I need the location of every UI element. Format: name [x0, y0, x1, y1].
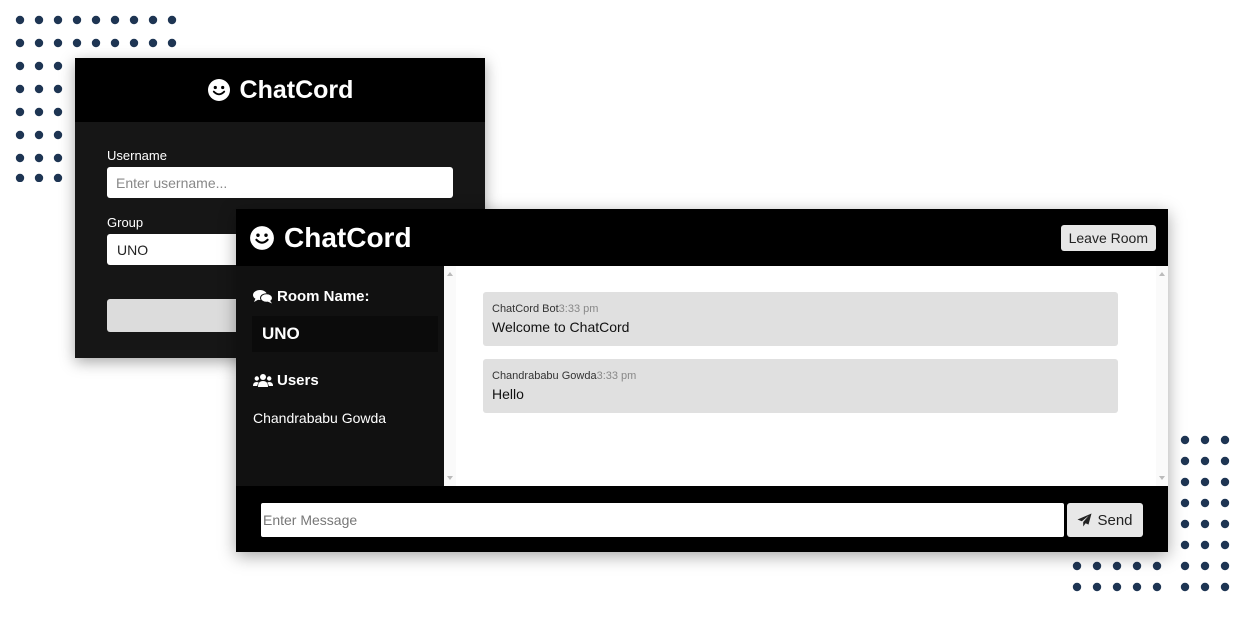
chat-footer: Enter Message Send — [236, 486, 1168, 552]
join-header: ChatCord — [75, 58, 485, 122]
message-input-placeholder: Enter Message — [263, 512, 358, 528]
group-select-value: UNO — [117, 241, 149, 258]
paper-plane-icon — [1077, 513, 1092, 527]
message-text: Hello — [492, 386, 524, 402]
chat-title: ChatCord — [284, 221, 412, 253]
message-author: Chandrababu Gowda — [492, 370, 597, 382]
message: ChatCord Bot3:33 pm Welcome to ChatCord — [483, 292, 1118, 346]
username-label: Username — [107, 148, 167, 163]
join-title: ChatCord — [239, 75, 354, 104]
smile-icon — [250, 225, 274, 250]
chat-main: Room Name: UNO Users Chandrababu Gowda C… — [236, 266, 1168, 486]
message-author: ChatCord Bot — [492, 303, 559, 315]
chat-header: ChatCord Leave Room — [236, 209, 1168, 266]
screenshot-stage: ChatCord Username Group UNO ChatCord — [0, 0, 1252, 618]
chat-logo: ChatCord — [249, 222, 412, 254]
comments-icon — [253, 290, 273, 304]
room-name-heading: Room Name: — [253, 288, 370, 305]
send-button-label: Send — [1097, 511, 1133, 529]
message: Chandrababu Gowda3:33 pm Hello — [483, 359, 1118, 413]
scroll-down-arrow-icon[interactable] — [1159, 476, 1165, 480]
user-list-item: Chandrababu Gowda — [253, 410, 387, 426]
message-meta: Chandrababu Gowda3:33 pm — [492, 369, 1109, 383]
message-text: Welcome to ChatCord — [492, 319, 630, 335]
room-name: UNO — [252, 316, 438, 352]
message-time: 3:33 pm — [558, 303, 599, 315]
room-name-heading-label: Room Name: — [277, 288, 370, 305]
send-button[interactable]: Send — [1067, 503, 1143, 537]
messages-scrollbar[interactable] — [1156, 266, 1168, 486]
sidebar-scrollbar[interactable] — [444, 266, 456, 486]
message-time: 3:33 pm — [596, 370, 637, 382]
chat-window: ChatCord Leave Room Room Name: UNO Users… — [236, 209, 1168, 552]
chat-messages: ChatCord Bot3:33 pm Welcome to ChatCord … — [456, 266, 1168, 486]
message-input[interactable]: Enter Message — [261, 503, 1064, 537]
username-input[interactable] — [107, 167, 453, 198]
scroll-up-arrow-icon[interactable] — [1159, 272, 1165, 276]
scroll-down-arrow-icon[interactable] — [447, 476, 453, 480]
chat-sidebar: Room Name: UNO Users Chandrababu Gowda — [236, 266, 456, 486]
users-heading-label: Users — [277, 372, 319, 389]
users-heading: Users — [253, 372, 319, 389]
message-meta: ChatCord Bot3:33 pm — [492, 302, 1109, 316]
leave-room-button[interactable]: Leave Room — [1060, 224, 1156, 251]
smile-icon — [207, 79, 230, 101]
scroll-up-arrow-icon[interactable] — [447, 272, 453, 276]
users-icon — [253, 374, 273, 387]
